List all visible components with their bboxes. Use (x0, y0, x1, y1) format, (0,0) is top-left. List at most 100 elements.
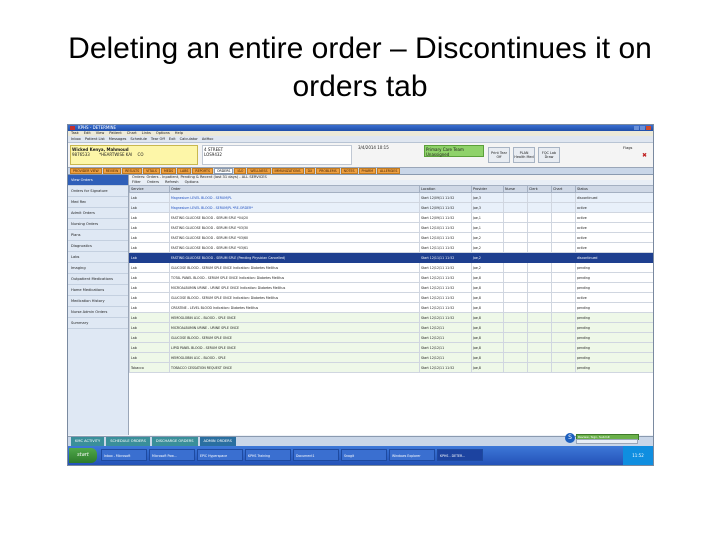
table-row[interactable]: Lab HEMOGLOBIN A1C - BLOOD - SPLE Start 12… (129, 352, 653, 363)
taskbar-task[interactable]: Document1 (293, 449, 339, 461)
taskbar-task[interactable]: Windows Explorer (389, 449, 435, 461)
tab-reports[interactable]: REPORTS (192, 168, 213, 174)
table-row[interactable]: Lab FASTING GLUCOSE BLOOD - SERUM SPLE *0… (129, 232, 653, 243)
sidebar-item-orders-for-signature[interactable]: Orders for Signature (68, 186, 128, 197)
table-row[interactable]: Lab FASTING GLUCOSE BLOOD - SERUM SPLE *0… (129, 242, 653, 253)
table-row[interactable]: Lab CREATINE - LEVEL BLOOD Indication: Di… (129, 302, 653, 313)
table-row[interactable]: Lab GLUCOSE BLOOD - SERUM SPLE ONCE Indic… (129, 292, 653, 303)
table-row[interactable]: Lab LIPID PANEL BLOOD - SERUM SPLE ONCE St… (129, 342, 653, 353)
column-header-nurse[interactable]: Nurse (503, 185, 528, 193)
bottom-tab-kmc-activity[interactable]: KMC ACTIVITY (71, 437, 105, 446)
table-row[interactable]: Tobacco TOBACCO CESSATION REQUEST ONCE Sta… (129, 362, 653, 373)
tab-problems[interactable]: PROBLEMS (316, 168, 340, 174)
cell-service: Lab (129, 222, 170, 233)
print-tear-off-button[interactable]: Print Tear Off (488, 147, 510, 163)
bottom-tab-schedule-orders[interactable]: SCHEDULE ORDERS (106, 437, 150, 446)
sidebar-item-labs[interactable]: Labs (68, 252, 128, 263)
tab-provider-view[interactable]: PROVIDER VIEW (70, 168, 102, 174)
toolbar-button-calculator[interactable]: Calculator (180, 136, 198, 142)
cell-chart (551, 352, 576, 363)
column-header-provider[interactable]: Provider (471, 185, 504, 193)
toolbar-button-inbox[interactable]: Inbox (71, 136, 81, 142)
tab-allergies[interactable]: ALLERGIES (376, 168, 401, 174)
table-row[interactable]: Lab TOTAL PANEL BLOOD - SERUM SPLE ONCE I… (129, 272, 653, 283)
close-icon[interactable] (646, 126, 651, 130)
tab-pharm[interactable]: PHARM (358, 168, 376, 174)
fqc-lab-draw-button[interactable]: FQC Lab Draw (538, 147, 560, 163)
cell-status: pending (575, 302, 653, 313)
sidebar-item-medication-history[interactable]: Medication History (68, 296, 128, 307)
minimize-icon[interactable] (634, 126, 639, 130)
table-row[interactable]: Lab Magnesium LEVEL BLOOD - SERUM/PL Start… (129, 192, 653, 203)
toolbar-button-tear-off[interactable]: Tear Off (151, 136, 165, 142)
toolbar-button-messages[interactable]: Messages (109, 136, 127, 142)
tab-vitals[interactable]: VITALS (143, 168, 160, 174)
tab-results[interactable]: RESULTS (122, 168, 143, 174)
tab-i-o[interactable]: I&O (234, 168, 247, 174)
tab-meds[interactable]: MEDS (160, 168, 177, 174)
sidebar-item-nursing-orders[interactable]: Nursing Orders (68, 219, 128, 230)
patient-banner[interactable]: Wicked Kenya, Mahmoud 9876533 *HEARTWISE… (70, 145, 198, 165)
bottom-tab-discharge-orders[interactable]: DISCHARGE ORDERS (151, 437, 198, 446)
system-tray-clock[interactable]: 11:52 (623, 446, 653, 465)
toolbar-button-exit[interactable]: Exit (169, 136, 176, 142)
orders-table: Service Order Location Provider Nurse Clerk Ch… (129, 185, 653, 373)
tab-labs[interactable]: LABS (177, 168, 192, 174)
start-button[interactable]: start (69, 448, 97, 463)
tab-notes[interactable]: NOTES (340, 168, 358, 174)
tab-wellness[interactable]: WELLNESS (247, 168, 271, 174)
sidebar-item-home-medications[interactable]: Home Medications (68, 285, 128, 296)
taskbar-task[interactable]: KPHS - DETER... (437, 449, 483, 461)
tab-immunizations[interactable]: IMMUNIZATIONS (271, 168, 304, 174)
column-header-location[interactable]: Location (419, 185, 472, 193)
sidebar-item-summary[interactable]: Summary (68, 318, 128, 329)
table-row[interactable]: Lab GLUCOSE BLOOD - SERUM SPLE ONCE Indic… (129, 262, 653, 273)
bottom-tab-admin-orders[interactable]: ADMIN ORDERS (199, 437, 236, 446)
cell-provider: Joe,3 (471, 202, 504, 213)
table-row[interactable]: Lab MICROALBUMIN URINE - URINE SPLE ONCE S… (129, 322, 653, 333)
table-row[interactable]: Lab FASTING GLUCOSE BLOOD - SERUM SPLE *0… (129, 222, 653, 233)
column-header-chart[interactable]: Chart (551, 185, 576, 193)
taskbar-task[interactable]: Inbox - Microsoft (101, 449, 147, 461)
taskbar-task[interactable]: KPHS Training (245, 449, 291, 461)
tab-review[interactable]: REVIEW (102, 168, 122, 174)
cell-order: FASTING GLUCOSE BLOOD - SERUM SPLE *03/6… (169, 242, 420, 253)
toolbar-button-schedule[interactable]: Schedule (130, 136, 147, 142)
warning-icon[interactable]: ✖ (642, 153, 649, 159)
taskbar-task[interactable]: EPIC Hyperspace (197, 449, 243, 461)
table-row[interactable]: Lab Magnesium LEVEL BLOOD - SERUM/PL *RE-… (129, 202, 653, 213)
table-row[interactable]: Lab MICROALBUMIN URINE - URINE SPLE ONCE … (129, 282, 653, 293)
encounter-datetime: 3/4/2014 10:15 (358, 145, 389, 150)
sidebar-item-diagnostics[interactable]: Diagnostics (68, 241, 128, 252)
sidebar-item-plans[interactable]: Plans (68, 230, 128, 241)
column-header-service[interactable]: Service (129, 185, 170, 193)
sidebar-item-nurse-admin-orders[interactable]: Nurse Admin Orders (68, 307, 128, 318)
sidebar-item-med-rec[interactable]: Med Rec (68, 197, 128, 208)
column-header-clerk[interactable]: Clerk (527, 185, 552, 193)
toolbar-button-patient-list[interactable]: Patient List (85, 136, 105, 142)
column-header-status[interactable]: Status (575, 185, 653, 193)
taskbar-task[interactable]: Microsoft Pow... (149, 449, 195, 461)
cell-chart (551, 332, 576, 343)
sidebar-item-admit-orders[interactable]: Admit Orders (68, 208, 128, 219)
primary-care-alert[interactable]: Primary Care Team Unassigned (424, 145, 484, 157)
sidebar-item-outpatient-medications[interactable]: Outpatient Medications (68, 274, 128, 285)
toolbar-button-adhoc[interactable]: AdHoc (202, 136, 214, 142)
table-row[interactable]: Lab FASTING GLUCOSE BLOOD - SERUM SPLE (P… (129, 252, 653, 263)
table-row[interactable]: Lab FASTING GLUCOSE BLOOD - SERUM SPLE *0… (129, 212, 653, 223)
column-header-order[interactable]: Order (169, 185, 420, 193)
tab-dx[interactable]: DX (304, 168, 316, 174)
tab-orders[interactable]: ORDERS (214, 168, 234, 174)
slide-title-line-1: Deleting an entire order – Discontinues … (68, 32, 652, 65)
sign-icon[interactable]: S (565, 433, 575, 443)
plan-health-button[interactable]: PLAN Health Med (513, 147, 535, 163)
table-row[interactable]: Lab GLUCOSE BLOOD - SERUM SPLE ONCE Start … (129, 332, 653, 343)
table-row[interactable]: Lab HEMOGLOBIN A1C - BLOOD - SPLE ONCE Sta… (129, 312, 653, 323)
taskbar-task[interactable]: Snagit (341, 449, 387, 461)
patient-age: CO (137, 152, 144, 157)
sidebar-item-imaging[interactable]: Imaging (68, 263, 128, 274)
maximize-icon[interactable] (640, 126, 645, 130)
sidebar-item-view-orders[interactable]: View Orders (68, 175, 128, 186)
cell-nurse (503, 352, 528, 363)
activity-tabs: PROVIDER VIEW REVIEW RESULTS VITALS MEDS LABS… (68, 168, 653, 175)
